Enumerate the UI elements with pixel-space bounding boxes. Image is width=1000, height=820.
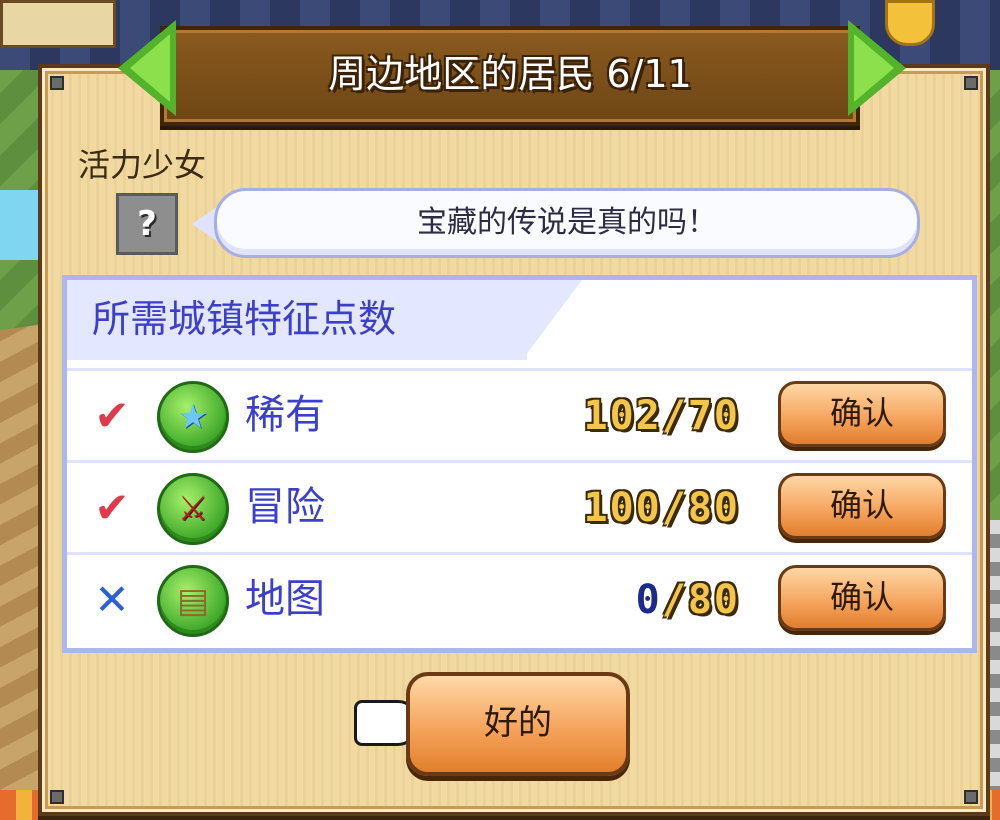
ok-button[interactable]: 好的 xyxy=(406,672,630,776)
title-banner: 周边地区的居民 6/11 xyxy=(160,26,860,126)
resident-portrait: ? xyxy=(116,193,178,255)
feature-points: 102/70 xyxy=(583,393,740,439)
rivet xyxy=(964,76,978,90)
cross-icon: ✕ xyxy=(94,575,130,624)
prev-arrow-icon xyxy=(130,34,170,102)
resident-name: 活力少女 xyxy=(78,146,207,184)
requirement-row-map: ✕ ▤ 地图 0/80 确认 xyxy=(67,552,972,645)
rivet xyxy=(964,790,978,804)
speech-bubble: 宝藏的传说是真的吗！ xyxy=(214,188,920,258)
rivet xyxy=(50,790,64,804)
feature-name: 稀有 xyxy=(245,392,325,438)
page-title: 周边地区的居民 6/11 xyxy=(328,52,692,96)
feature-points: 100/80 xyxy=(583,485,740,531)
star-icon: ★ xyxy=(157,381,229,453)
requirement-row-adventure: ✔ ⚔ 冒险 100/80 确认 xyxy=(67,460,972,553)
map-scroll-icon: ▤ xyxy=(157,565,229,637)
shop-sign xyxy=(0,0,116,48)
check-icon: ✔ xyxy=(94,391,130,440)
requirements-title: 所需城镇特征点数 xyxy=(92,297,397,341)
next-arrow-icon xyxy=(854,34,894,102)
rivet xyxy=(50,76,64,90)
sword-icon: ⚔ xyxy=(157,473,229,545)
feature-name: 冒险 xyxy=(245,484,325,530)
requirements-box: 所需城镇特征点数 ✔ ★ 稀有 102/70 确认 ✔ ⚔ 冒险 100/80 … xyxy=(62,275,977,653)
confirm-button[interactable]: 确认 xyxy=(778,381,946,447)
check-icon: ✔ xyxy=(94,483,130,532)
requirements-header-tab xyxy=(522,280,582,360)
feature-name: 地图 xyxy=(245,576,325,622)
confirm-button[interactable]: 确认 xyxy=(778,565,946,631)
feature-points: 0/80 xyxy=(635,577,740,623)
confirm-button[interactable]: 确认 xyxy=(778,473,946,539)
requirement-row-rare: ✔ ★ 稀有 102/70 确认 xyxy=(67,368,972,461)
